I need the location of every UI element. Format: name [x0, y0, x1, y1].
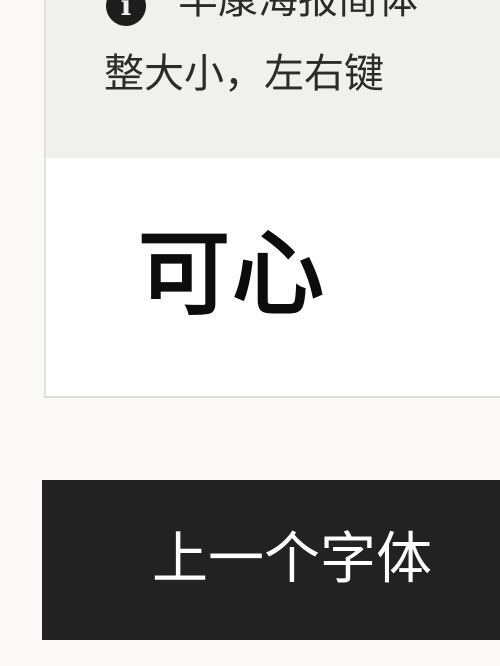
info-text-line1: 羊康海报简体 [178, 0, 418, 23]
info-text-line2: 整大小，左右键 [104, 51, 384, 97]
font-preview-box: 可心 [44, 158, 500, 398]
previous-font-button[interactable]: 上一个字体 [42, 480, 500, 640]
info-icon: i [106, 0, 146, 26]
font-preview-text: 可心 [138, 221, 327, 328]
previous-font-label: 上一个字体 [152, 527, 432, 592]
info-box: i 羊康海报简体 整大小，左右键 [44, 0, 500, 160]
